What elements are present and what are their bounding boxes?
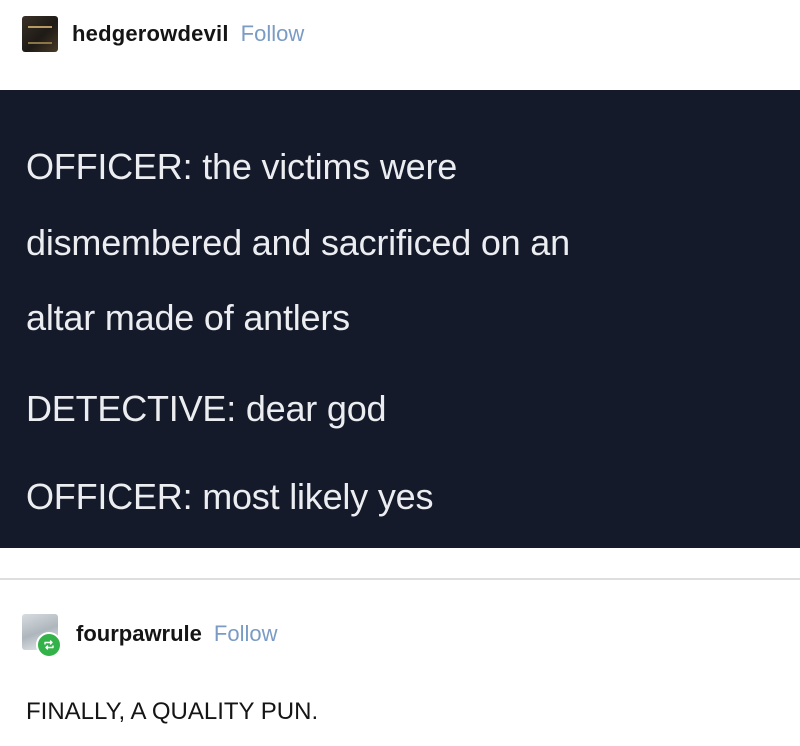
- avatar[interactable]: [22, 614, 62, 658]
- username[interactable]: fourpawrule: [76, 621, 202, 647]
- dialogue-line: OFFICER: most likely yes: [26, 476, 434, 517]
- dialogue-line: altar made of antlers: [26, 297, 350, 338]
- reblog-icon: [36, 632, 62, 658]
- username[interactable]: hedgerowdevil: [72, 21, 229, 47]
- avatar[interactable]: [22, 16, 58, 52]
- profile-avatar-icon: [28, 26, 52, 44]
- quote-block: OFFICER: the victims were dismembered an…: [0, 90, 800, 548]
- dialogue-line: dismembered and sacrificed on an: [26, 222, 570, 263]
- post-divider: [0, 578, 800, 580]
- follow-button[interactable]: Follow: [241, 21, 305, 47]
- dialogue-line: DETECTIVE: dear god: [26, 388, 387, 429]
- post-header-hedgerowdevil: hedgerowdevil Follow: [22, 16, 304, 52]
- post-header-fourpawrule: fourpawrule Follow: [22, 614, 278, 658]
- dialogue-line: OFFICER: the victims were: [26, 146, 458, 187]
- reply-text: FINALLY, A QUALITY PUN.: [26, 698, 319, 725]
- follow-button[interactable]: Follow: [214, 621, 278, 647]
